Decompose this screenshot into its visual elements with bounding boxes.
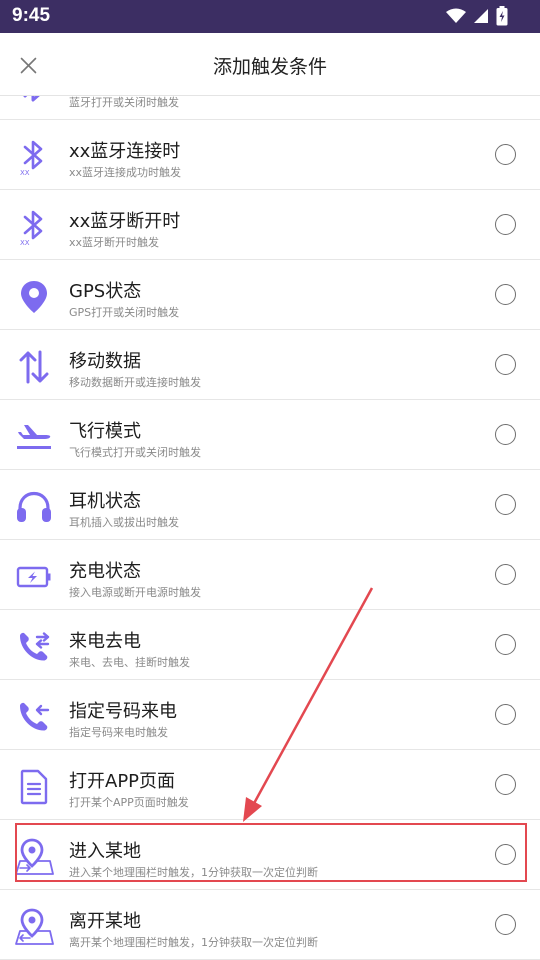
trigger-item-enter-place[interactable]: 进入某地 进入某个地理围栏时触发，1分钟获取一次定位判断 [0,820,540,890]
trigger-desc: 耳机插入或拔出时触发 [69,516,179,529]
trigger-title: 指定号码来电 [69,701,177,722]
phone-call-icon [14,627,54,667]
document-icon [14,767,54,807]
radio-button[interactable] [495,424,516,445]
data-arrows-icon [14,347,54,387]
radio-button[interactable] [495,214,516,235]
status-time: 9:45 [12,5,51,26]
status-bar: 9:45 [0,0,540,33]
cell-signal-icon [474,9,488,23]
enter-place-icon [14,837,54,877]
radio-button[interactable] [495,634,516,655]
svg-text:XX: XX [20,239,30,246]
bluetooth-device-icon: XX [14,137,54,177]
trigger-item-calls[interactable]: 来电去电 来电、去电、挂断时触发 [0,610,540,680]
headset-icon [14,487,54,527]
trigger-title: 进入某地 [69,841,141,862]
trigger-title: 离开某地 [69,911,141,932]
radio-button[interactable] [495,774,516,795]
trigger-item-airplane[interactable]: 飞行模式 飞行模式打开或关闭时触发 [0,400,540,470]
trigger-desc: 指定号码来电时触发 [69,726,168,739]
trigger-item-headset[interactable]: 耳机状态 耳机插入或拔出时触发 [0,470,540,540]
trigger-desc: 离开某个地理围栏时触发，1分钟获取一次定位判断 [69,936,318,949]
trigger-title: 充电状态 [69,561,141,582]
leave-place-icon [14,907,54,947]
trigger-desc: 来电、去电、挂断时触发 [69,656,190,669]
trigger-title: GPS状态 [69,281,142,302]
trigger-desc: 蓝牙打开或关闭时触发 [69,96,179,109]
trigger-item-charging[interactable]: 充电状态 接入电源或断开电源时触发 [0,540,540,610]
radio-button[interactable] [495,844,516,865]
radio-button[interactable] [495,284,516,305]
trigger-item-mobile-data[interactable]: 移动数据 移动数据断开或连接时触发 [0,330,540,400]
trigger-item-bluetooth[interactable]: 蓝牙打开或关闭时触发 [0,96,540,120]
trigger-title: 飞行模式 [69,421,141,442]
trigger-desc: xx蓝牙连接成功时触发 [69,166,182,179]
trigger-title: xx蓝牙连接时 [69,141,181,162]
trigger-title: 打开APP页面 [69,771,176,792]
radio-button[interactable] [495,704,516,725]
trigger-item-bt-disconnected[interactable]: XX xx蓝牙断开时 xx蓝牙断开时触发 [0,190,540,260]
page-title: 添加触发条件 [212,56,327,78]
trigger-desc: 打开某个APP页面时触发 [69,796,189,809]
trigger-item-open-app-page[interactable]: 打开APP页面 打开某个APP页面时触发 [0,750,540,820]
trigger-desc: 移动数据断开或连接时触发 [69,376,201,389]
trigger-desc: GPS打开或关闭时触发 [69,306,180,319]
trigger-list-content: 蓝牙打开或关闭时触发 XX xx蓝牙连接时 xx蓝牙连接成功时触发 XX xx蓝… [0,96,540,960]
radio-button[interactable] [495,354,516,375]
trigger-item-gps[interactable]: GPS状态 GPS打开或关闭时触发 [0,260,540,330]
wifi-icon [446,8,466,23]
radio-button[interactable] [495,564,516,585]
radio-button[interactable] [495,914,516,935]
trigger-title: 移动数据 [69,351,141,372]
trigger-desc: 接入电源或断开电源时触发 [69,586,201,599]
location-pin-icon [14,277,54,317]
battery-charging-icon [14,557,54,597]
dialog-header: 添加触发条件 [0,33,540,96]
airplane-icon [14,417,54,457]
radio-button[interactable] [495,494,516,515]
status-icons [446,6,508,26]
trigger-item-bt-connected[interactable]: XX xx蓝牙连接时 xx蓝牙连接成功时触发 [0,120,540,190]
trigger-list[interactable]: 蓝牙打开或关闭时触发 XX xx蓝牙连接时 xx蓝牙连接成功时触发 XX xx蓝… [0,96,540,960]
battery-icon [496,6,508,26]
bluetooth-device-icon: XX [14,207,54,247]
phone-incoming-icon [14,697,54,737]
bluetooth-icon [14,96,54,107]
trigger-title: xx蓝牙断开时 [69,211,181,232]
trigger-item-leave-place[interactable]: 离开某地 离开某个地理围栏时触发，1分钟获取一次定位判断 [0,890,540,960]
svg-text:XX: XX [20,169,30,176]
trigger-title: 耳机状态 [69,491,141,512]
trigger-title: 来电去电 [69,631,141,652]
trigger-desc: 飞行模式打开或关闭时触发 [69,446,201,459]
trigger-desc: 进入某个地理围栏时触发，1分钟获取一次定位判断 [69,866,318,879]
trigger-item-specific-number[interactable]: 指定号码来电 指定号码来电时触发 [0,680,540,750]
radio-button[interactable] [495,144,516,165]
trigger-desc: xx蓝牙断开时触发 [69,236,160,249]
